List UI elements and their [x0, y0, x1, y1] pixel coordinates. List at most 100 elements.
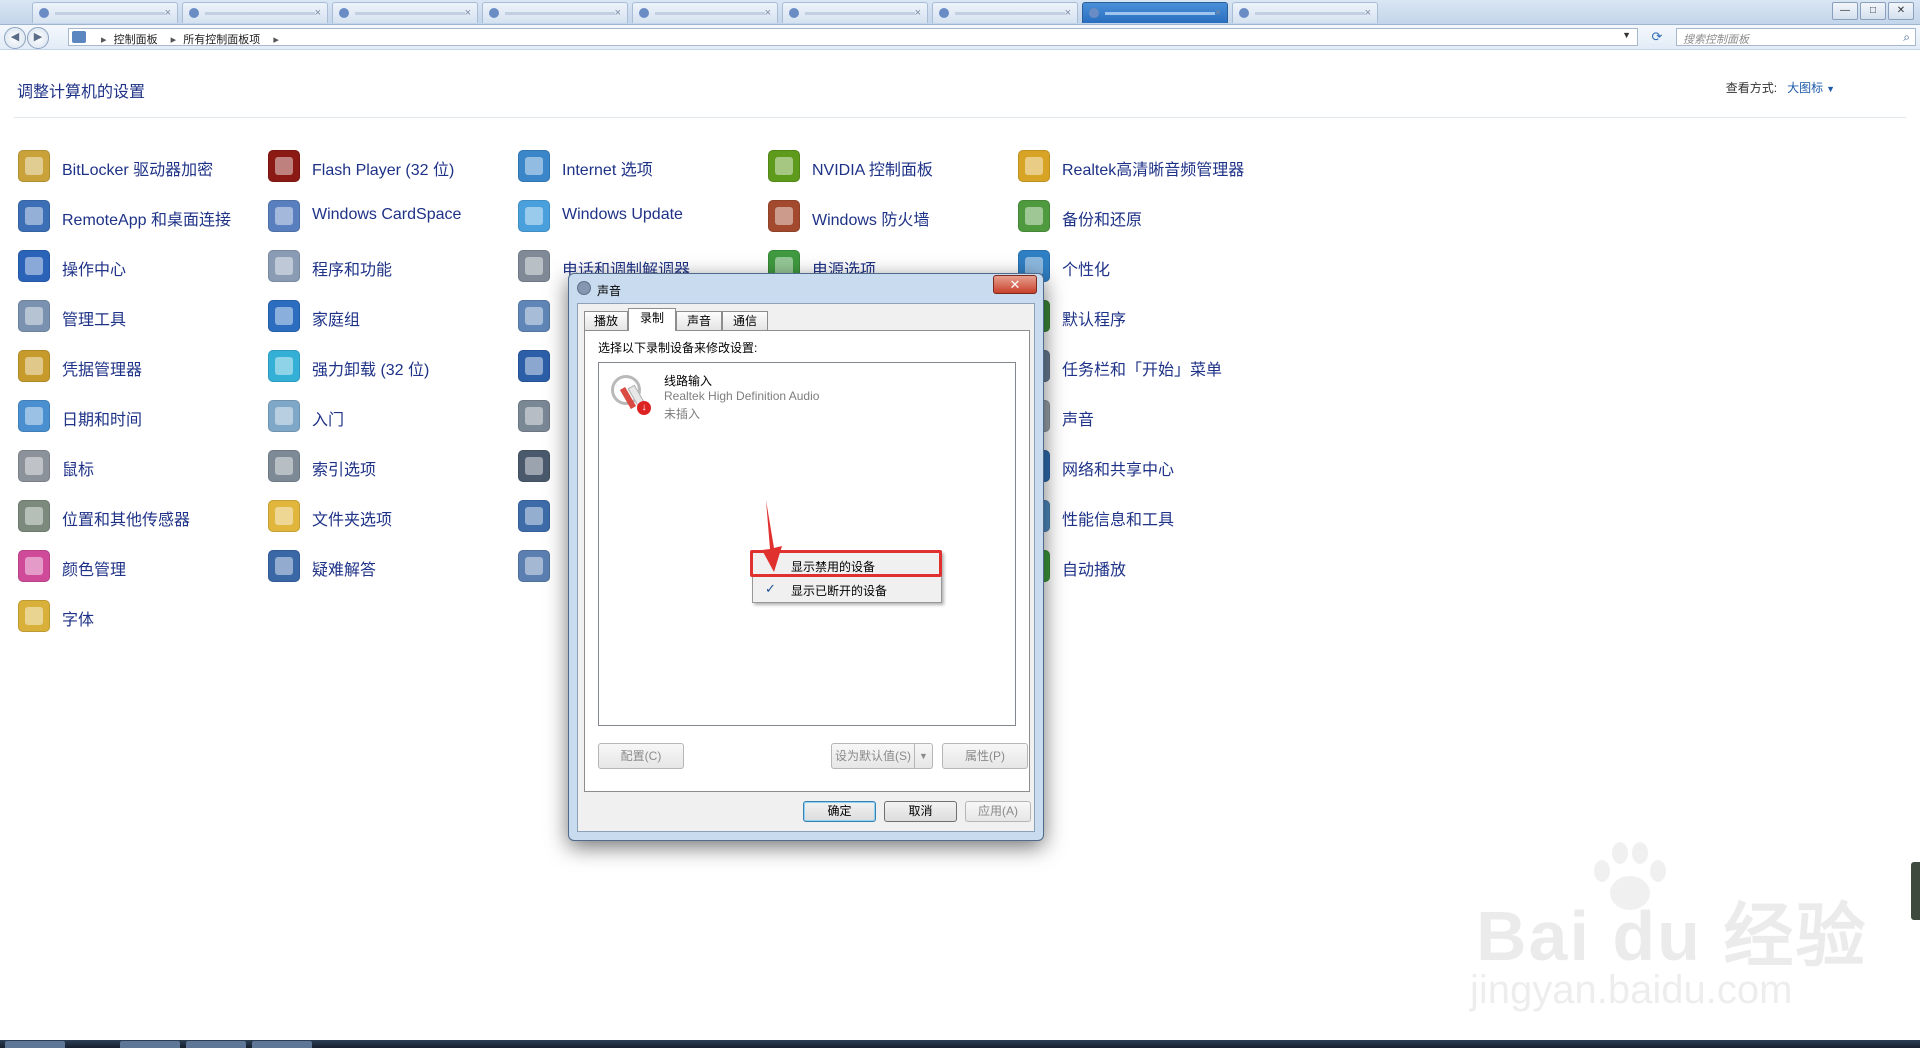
control-panel-item[interactable]: 鼠标 — [18, 450, 258, 482]
control-panel-item[interactable]: 凭据管理器 — [18, 350, 258, 382]
control-panel-item[interactable]: Realtek高清晰音频管理器 — [1018, 150, 1258, 182]
control-panel-item[interactable]: 颜色管理 — [18, 550, 258, 582]
properties-button[interactable]: 属性(P) — [942, 743, 1028, 769]
control-panel-item[interactable]: 疑难解答 — [268, 550, 508, 582]
tab-title — [55, 12, 165, 15]
control-panel-item[interactable]: 自动播放 — [1018, 550, 1258, 582]
control-panel-item[interactable]: RemoteApp 和桌面连接 — [18, 200, 258, 232]
control-panel-item[interactable]: Windows Update — [518, 200, 758, 232]
chevron-down-icon[interactable]: ▼ — [1826, 84, 1835, 94]
control-panel-item[interactable]: 备份和还原 — [1018, 200, 1258, 232]
control-panel-item[interactable]: Windows 防火墙 — [768, 200, 1008, 232]
control-panel-item[interactable]: NVIDIA 控制面板 — [768, 150, 1008, 182]
window-controls: — □ ✕ — [1830, 0, 1914, 20]
taskbar-item[interactable] — [252, 1041, 312, 1048]
instruction-text: 选择以下录制设备来修改设置: — [598, 341, 758, 355]
control-panel-item[interactable]: 入门 — [268, 400, 508, 432]
forward-button[interactable]: ▶ — [27, 27, 49, 49]
control-panel-item[interactable]: 声音 — [1018, 400, 1258, 432]
browser-tab[interactable]: × — [332, 2, 478, 23]
set-default-button[interactable]: 设为默认值(S) — [831, 743, 915, 769]
control-panel-item-label: 程序和功能 — [312, 262, 393, 279]
minimize-button[interactable]: — — [1832, 2, 1858, 20]
control-panel-item[interactable]: 索引选项 — [268, 450, 508, 482]
browser-tab[interactable]: × — [932, 2, 1078, 23]
search-input[interactable]: 搜索控制面板 ⌕ — [1676, 28, 1916, 46]
close-icon[interactable]: × — [1215, 7, 1221, 19]
control-panel-item[interactable]: 强力卸载 (32 位) — [268, 350, 508, 382]
browser-tab[interactable]: × — [182, 2, 328, 23]
refresh-icon[interactable]: ⟳ — [1646, 28, 1668, 46]
control-panel-item[interactable]: Windows CardSpace — [268, 200, 508, 232]
control-panel-item[interactable]: 网络和共享中心 — [1018, 450, 1258, 482]
view-by-dropdown[interactable]: 大图标 — [1787, 81, 1823, 95]
dialog-titlebar[interactable]: 声音 ✕ — [569, 274, 1043, 302]
search-placeholder: 搜索控制面板 — [1683, 34, 1749, 46]
users-icon — [518, 550, 550, 582]
taskbar-item[interactable] — [120, 1041, 180, 1048]
control-panel-item[interactable]: 位置和其他传感器 — [18, 500, 258, 532]
control-panel-item[interactable]: 程序和功能 — [268, 250, 508, 282]
close-icon[interactable]: × — [1365, 7, 1371, 19]
cancel-button[interactable]: 取消 — [884, 801, 957, 822]
search-icon[interactable]: ⌕ — [1903, 30, 1910, 45]
chevron-down-icon[interactable]: ▼ — [1622, 30, 1631, 40]
control-panel-item[interactable]: 日期和时间 — [18, 400, 258, 432]
address-field[interactable]: ▸ 控制面板 ▸ 所有控制面板项 ▸ ▼ — [68, 28, 1638, 46]
configure-button[interactable]: 配置(C) — [598, 743, 684, 769]
chevron-down-icon[interactable]: ▼ — [915, 743, 933, 769]
close-icon[interactable]: × — [915, 7, 921, 19]
sync-center-icon — [518, 350, 550, 382]
breadcrumb-all-items[interactable]: 所有控制面板项 — [183, 34, 260, 46]
start-button[interactable] — [5, 1041, 65, 1048]
unplugged-status-icon: ↓ — [637, 401, 651, 415]
control-panel-item[interactable]: 字体 — [18, 600, 258, 632]
control-panel-item-label: 颜色管理 — [62, 562, 127, 579]
chevron-right-icon: ▸ — [101, 34, 107, 46]
maximize-button[interactable]: □ — [1860, 2, 1886, 20]
browser-tab[interactable]: × — [32, 2, 178, 23]
control-panel-item[interactable]: 文件夹选项 — [268, 500, 508, 532]
back-button[interactable]: ◀ — [4, 27, 26, 49]
control-panel-item[interactable]: Internet 选项 — [518, 150, 758, 182]
control-panel-item[interactable]: 个性化 — [1018, 250, 1258, 282]
close-icon[interactable]: × — [615, 7, 621, 19]
tab-recording[interactable]: 录制 — [628, 308, 676, 331]
control-panel-item[interactable]: Flash Player (32 位) — [268, 150, 508, 182]
chevron-right-icon: ▸ — [273, 34, 279, 46]
close-icon[interactable]: × — [465, 7, 471, 19]
ok-button[interactable]: 确定 — [803, 801, 876, 822]
control-panel-item[interactable]: BitLocker 驱动器加密 — [18, 150, 258, 182]
close-icon[interactable]: × — [1065, 7, 1071, 19]
close-window-button[interactable]: ✕ — [1888, 2, 1914, 20]
close-icon[interactable]: ✕ — [993, 275, 1037, 294]
side-scroll-handle[interactable] — [1911, 862, 1920, 920]
tab-title — [805, 12, 915, 15]
control-panel-item-label: 管理工具 — [62, 312, 127, 329]
browser-tab[interactable]: × — [482, 2, 628, 23]
view-by: 查看方式: 大图标 ▼ — [1726, 79, 1835, 96]
control-panel-item[interactable]: 性能信息和工具 — [1018, 500, 1258, 532]
browser-tab[interactable]: × — [1232, 2, 1378, 23]
close-icon[interactable]: × — [165, 7, 171, 19]
speaker-icon — [577, 281, 591, 295]
browser-tab[interactable]: × — [782, 2, 928, 23]
tab-playback[interactable]: 播放 — [584, 311, 628, 330]
browser-tab[interactable]: × — [632, 2, 778, 23]
control-panel-item[interactable]: 任务栏和「开始」菜单 — [1018, 350, 1258, 382]
close-icon[interactable]: × — [765, 7, 771, 19]
device-list[interactable]: ↓ 线路输入 Realtek High Definition Audio 未插入 — [598, 362, 1016, 726]
tab-communications[interactable]: 通信 — [722, 311, 768, 330]
menu-item-show-disconnected[interactable]: ✓ 显示已断开的设备 — [755, 578, 939, 600]
control-panel-item[interactable]: 管理工具 — [18, 300, 258, 332]
taskbar-item[interactable] — [186, 1041, 246, 1048]
close-icon[interactable]: × — [315, 7, 321, 19]
control-panel-item[interactable]: 默认程序 — [1018, 300, 1258, 332]
browser-tab[interactable]: × — [1082, 2, 1228, 23]
control-panel-item[interactable]: 操作中心 — [18, 250, 258, 282]
control-panel-item[interactable]: 家庭组 — [268, 300, 508, 332]
baidu-watermark-logo: Bai du 经验 — [1476, 897, 1868, 975]
breadcrumb-control-panel[interactable]: 控制面板 — [114, 34, 158, 46]
apply-button[interactable]: 应用(A) — [965, 801, 1031, 822]
tab-sounds[interactable]: 声音 — [676, 311, 722, 330]
